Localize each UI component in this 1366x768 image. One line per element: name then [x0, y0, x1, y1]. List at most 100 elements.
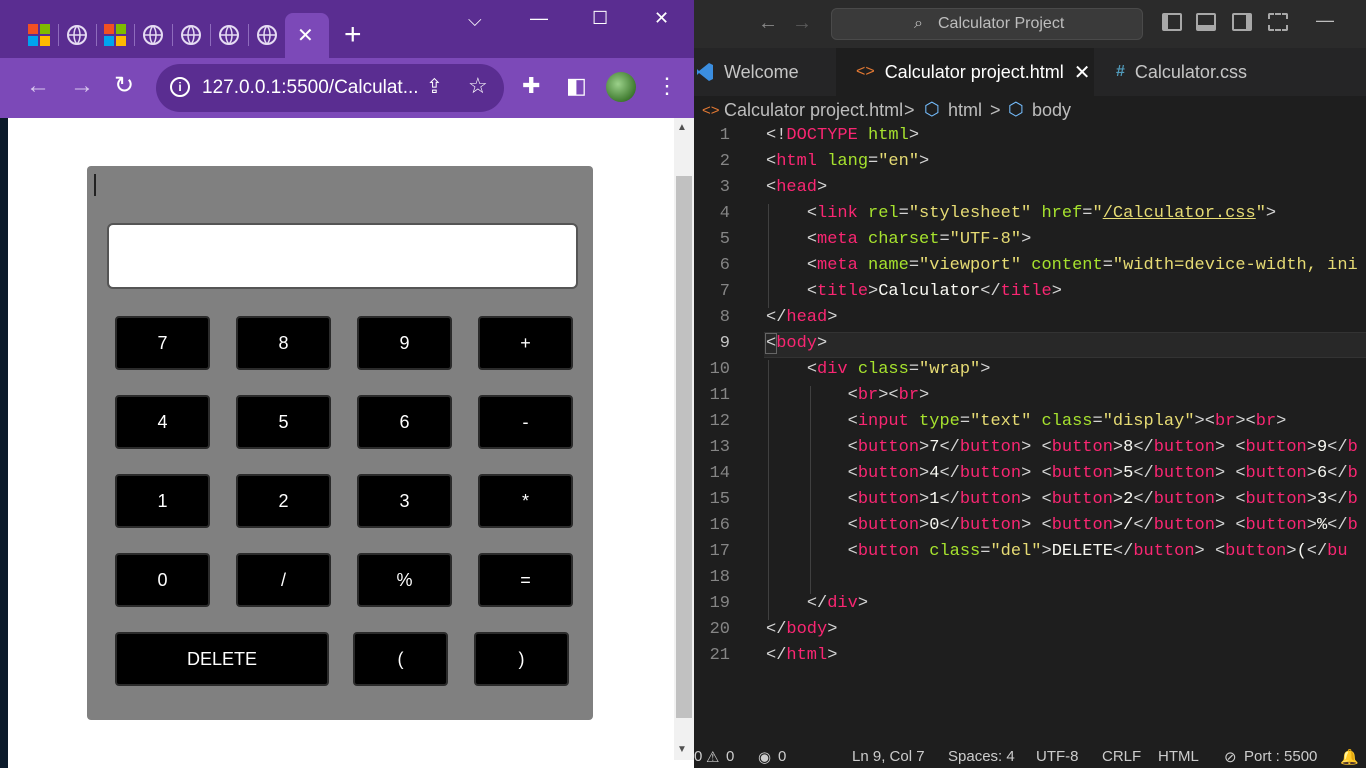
button-9[interactable]: 9: [357, 316, 452, 370]
button-divide[interactable]: /: [236, 553, 331, 607]
button-6[interactable]: 6: [357, 395, 452, 449]
tab-divider: [172, 24, 173, 46]
tab-globe-4[interactable]: [216, 22, 242, 48]
scrollbar-thumb[interactable]: [676, 176, 692, 718]
toggle-secondary-sidebar-icon[interactable]: [1232, 13, 1252, 31]
button-2[interactable]: 2: [236, 474, 331, 528]
live-server-port[interactable]: Port : 5500: [1244, 748, 1317, 765]
css-hash-icon: #: [1116, 63, 1125, 80]
tab-search-icon[interactable]: ⌵: [468, 10, 482, 31]
tab-globe-5[interactable]: [254, 22, 280, 48]
code-line: 6 <meta name="viewport" content="width=d…: [694, 256, 1366, 282]
code-line: 10 <div class="wrap">: [694, 360, 1366, 386]
code-line: 16 <button>0</button> <button>/</button>…: [694, 516, 1366, 542]
ports-count[interactable]: 0: [778, 748, 786, 765]
side-panel-icon[interactable]: ◧: [566, 74, 587, 98]
share-icon[interactable]: ⇪: [426, 74, 443, 99]
reload-icon[interactable]: ↻: [114, 74, 134, 98]
line-number: 11: [709, 386, 730, 405]
back-arrow-icon[interactable]: ←: [758, 12, 778, 35]
close-window-button[interactable]: ✕: [654, 8, 669, 29]
button-8[interactable]: 8: [236, 316, 331, 370]
tab-calculator-css[interactable]: # Calculator.css: [1096, 48, 1292, 96]
code-line: 14 <button>4</button> <button>5</button>…: [694, 464, 1366, 490]
warnings-count[interactable]: 0: [726, 748, 734, 765]
tab-divider: [210, 24, 211, 46]
breadcrumb-html[interactable]: html: [948, 100, 982, 121]
command-center[interactable]: ⌕ Calculator Project: [831, 8, 1143, 40]
vscode-icon: [697, 63, 713, 81]
browser-menu-icon[interactable]: ⋮: [656, 74, 678, 98]
text-caret: [94, 174, 96, 196]
forward-arrow-icon[interactable]: →: [70, 74, 94, 98]
site-info-icon[interactable]: i: [170, 77, 190, 97]
scroll-up-arrow-icon[interactable]: ▲: [677, 122, 687, 133]
minimize-button[interactable]: —: [530, 8, 548, 29]
tab-microsoft-2[interactable]: [102, 22, 128, 48]
profile-avatar[interactable]: [606, 72, 636, 102]
breadcrumb-separator: >: [990, 100, 1001, 120]
scroll-down-arrow-icon[interactable]: ▼: [677, 744, 687, 755]
button-equals[interactable]: =: [478, 553, 573, 607]
customize-layout-icon[interactable]: [1268, 13, 1288, 31]
indentation[interactable]: Spaces: 4: [948, 748, 1015, 765]
end-of-line[interactable]: CRLF: [1102, 748, 1141, 765]
button-1[interactable]: 1: [115, 474, 210, 528]
tab-microsoft[interactable]: [26, 22, 52, 48]
address-bar[interactable]: i 127.0.0.1:5500/Calculat... ⇪ ☆: [156, 64, 504, 112]
button-multiply[interactable]: *: [478, 474, 573, 528]
calculator-display[interactable]: [107, 223, 578, 289]
tab-globe-2[interactable]: [140, 22, 166, 48]
breadcrumb-separator: >: [904, 100, 915, 120]
breadcrumb-body[interactable]: body: [1032, 100, 1071, 121]
forward-arrow-icon[interactable]: →: [792, 12, 812, 35]
page-scrollbar[interactable]: ▲ ▼: [674, 118, 694, 760]
close-tab-icon[interactable]: ✕: [1074, 60, 1091, 85]
new-tab-button[interactable]: +: [344, 20, 362, 50]
url-text[interactable]: 127.0.0.1:5500/Calculat...: [202, 77, 419, 99]
notifications-bell-icon[interactable]: 🔔: [1340, 748, 1359, 766]
button-close-paren[interactable]: ): [474, 632, 569, 686]
line-number: 17: [709, 542, 730, 561]
code-line: 3 <head>: [694, 178, 1366, 204]
button-5[interactable]: 5: [236, 395, 331, 449]
tab-welcome[interactable]: Welcome: [694, 48, 834, 96]
tab-globe-1[interactable]: [64, 22, 90, 48]
line-number: 12: [709, 412, 730, 431]
tab-calculator-html[interactable]: <> Calculator project.html ✕: [836, 48, 1094, 96]
line-number: 7: [719, 282, 730, 301]
bookmark-star-icon[interactable]: ☆: [468, 73, 488, 99]
html-icon: <>: [702, 102, 720, 119]
button-open-paren[interactable]: (: [353, 632, 448, 686]
button-plus[interactable]: +: [478, 316, 573, 370]
extensions-icon[interactable]: ✚: [522, 74, 540, 98]
tab-label: Calculator project.html: [884, 61, 1064, 82]
tab-active[interactable]: ✕: [285, 13, 329, 58]
command-center-label: Calculator Project: [938, 15, 1065, 32]
button-4[interactable]: 4: [115, 395, 210, 449]
desktop-background-strip: [0, 118, 8, 768]
errors-count[interactable]: 0: [694, 748, 702, 765]
language-mode[interactable]: HTML: [1158, 748, 1199, 765]
button-minus[interactable]: -: [478, 395, 573, 449]
line-number: 19: [709, 594, 730, 613]
warning-icon: ⚠: [706, 749, 720, 766]
button-percent[interactable]: %: [357, 553, 452, 607]
button-3[interactable]: 3: [357, 474, 452, 528]
encoding[interactable]: UTF-8: [1036, 748, 1079, 765]
button-0[interactable]: 0: [115, 553, 210, 607]
minimize-button[interactable]: —: [1316, 10, 1334, 31]
maximize-button[interactable]: ☐: [592, 8, 608, 29]
code-editor[interactable]: 1 <!DOCTYPE html> 2 <html lang="en"> 3 <hea…: [694, 126, 1366, 746]
back-arrow-icon[interactable]: ←: [26, 74, 50, 98]
button-7[interactable]: 7: [115, 316, 210, 370]
vscode-titlebar: ← → ⌕ Calculator Project —: [694, 0, 1366, 48]
tab-close-icon[interactable]: ✕: [297, 23, 314, 48]
breadcrumb-file[interactable]: Calculator project.html: [724, 100, 903, 121]
tab-globe-3[interactable]: [178, 22, 204, 48]
cursor-position[interactable]: Ln 9, Col 7: [852, 748, 925, 765]
browser-window: ✕ + ⌵ — ☐ ✕ ← → ↻ i 127.0.0.1:5500/Calcu…: [0, 0, 694, 768]
delete-button[interactable]: DELETE: [115, 632, 329, 686]
toggle-primary-sidebar-icon[interactable]: [1162, 13, 1182, 31]
toggle-panel-icon[interactable]: [1196, 13, 1216, 31]
